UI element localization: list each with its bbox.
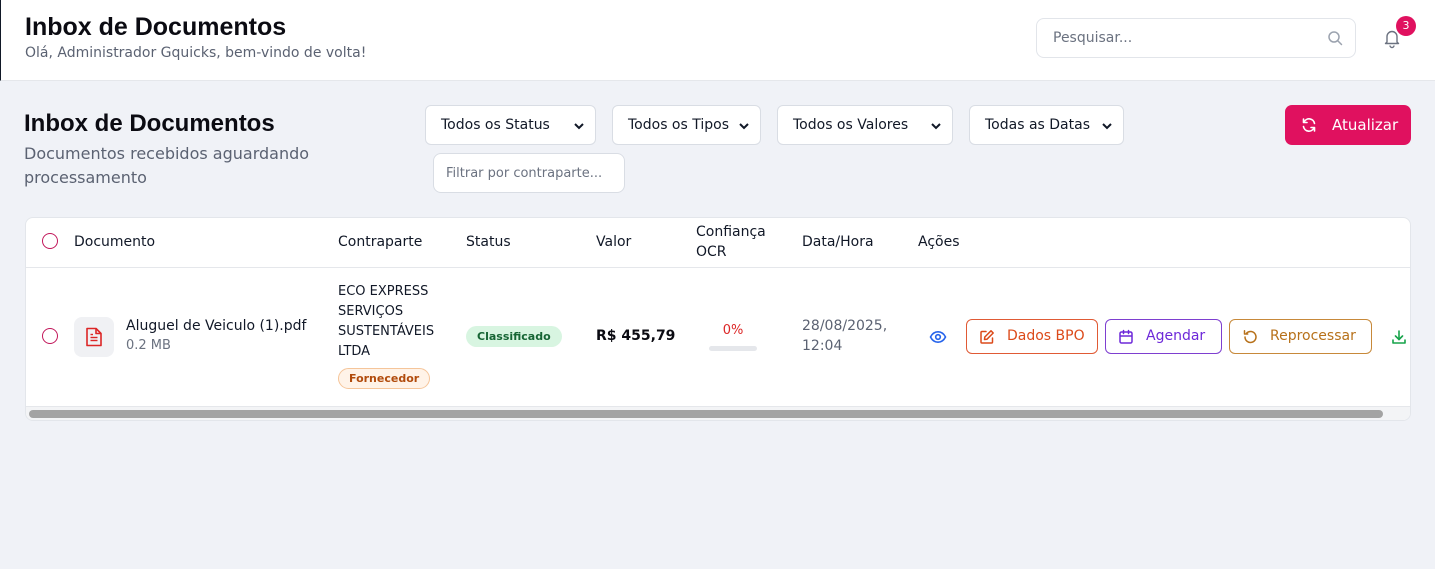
counterpart-name-line: SUSTENTÁVEIS bbox=[338, 324, 435, 339]
search-input[interactable] bbox=[1037, 19, 1317, 57]
notification-badge[interactable]: 3 bbox=[1396, 16, 1416, 36]
select-all-radio[interactable] bbox=[42, 233, 58, 249]
reprocessar-label: Reprocessar bbox=[1270, 328, 1356, 344]
col-valor[interactable]: Valor bbox=[596, 234, 631, 250]
ocr-confidence-bar bbox=[709, 346, 757, 351]
type-filter-value: Todos os Tipos bbox=[628, 117, 730, 133]
col-ocr-line1[interactable]: Confiança bbox=[696, 224, 766, 240]
chevron-down-icon bbox=[1102, 123, 1112, 130]
date-line: 28/08/2025, bbox=[802, 318, 888, 334]
ocr-confidence-label: 0% bbox=[722, 323, 744, 338]
scrollbar-thumb[interactable] bbox=[29, 410, 1383, 418]
refresh-icon bbox=[1302, 118, 1316, 132]
col-ocr-line2[interactable]: OCR bbox=[696, 244, 727, 260]
file-thumbnail bbox=[74, 317, 114, 357]
table-header: Documento Contraparte Status Valor Confi… bbox=[26, 218, 1410, 268]
horizontal-scrollbar[interactable] bbox=[26, 406, 1410, 420]
counterpart-name-line: LTDA bbox=[338, 344, 371, 359]
pdf-file-icon bbox=[86, 327, 102, 347]
edit-icon bbox=[980, 330, 994, 344]
status-filter-value: Todos os Status bbox=[441, 117, 550, 133]
time-line: 12:04 bbox=[802, 338, 843, 354]
refresh-button[interactable]: Atualizar bbox=[1285, 105, 1411, 145]
chevron-down-icon bbox=[931, 123, 941, 130]
date-filter-select[interactable]: Todas as Datas bbox=[969, 105, 1124, 145]
counterpart-name-line: ECO EXPRESS bbox=[338, 284, 429, 299]
type-filter-select[interactable]: Todos os Tipos bbox=[612, 105, 761, 145]
calendar-icon bbox=[1119, 329, 1133, 344]
value-filter-value: Todos os Valores bbox=[793, 117, 909, 133]
document-value: R$ 455,79 bbox=[596, 328, 676, 344]
documents-table: Documento Contraparte Status Valor Confi… bbox=[25, 217, 1411, 421]
welcome-message: Olá, Administrador Gquicks, bem-vindo de… bbox=[25, 45, 367, 61]
date-filter-value: Todas as Datas bbox=[985, 117, 1090, 133]
counterpart-name-line: SERVIÇOS bbox=[338, 304, 404, 319]
search-icon[interactable] bbox=[1327, 30, 1343, 46]
document-name[interactable]: Aluguel de Veiculo (1).pdf bbox=[126, 318, 306, 334]
document-size: 0.2 MB bbox=[126, 338, 171, 353]
counterpart-type-badge: Fornecedor bbox=[338, 368, 431, 389]
chevron-down-icon bbox=[739, 123, 749, 130]
app-title: Inbox de Documentos bbox=[25, 13, 287, 41]
reprocessar-button[interactable]: Reprocessar bbox=[1229, 319, 1372, 354]
table-row[interactable]: Aluguel de Veiculo (1).pdf 0.2 MB ECO EX… bbox=[26, 268, 1410, 406]
page-title: Inbox de Documentos bbox=[24, 110, 275, 137]
counterpart-filter[interactable] bbox=[433, 153, 625, 193]
col-contraparte[interactable]: Contraparte bbox=[338, 234, 422, 250]
agendar-label: Agendar bbox=[1146, 328, 1206, 344]
search-box[interactable] bbox=[1036, 18, 1356, 58]
row-select-radio[interactable] bbox=[42, 328, 58, 344]
counterpart-filter-input[interactable] bbox=[434, 154, 624, 192]
page-subtitle: Documentos recebidos aguardando processa… bbox=[24, 144, 310, 187]
col-status[interactable]: Status bbox=[466, 234, 511, 250]
agendar-button[interactable]: Agendar bbox=[1105, 319, 1222, 354]
col-documento[interactable]: Documento bbox=[74, 234, 155, 250]
undo-icon bbox=[1243, 330, 1257, 344]
refresh-button-label: Atualizar bbox=[1332, 116, 1399, 134]
dados-bpo-label: Dados BPO bbox=[1007, 328, 1085, 344]
dados-bpo-button[interactable]: Dados BPO bbox=[966, 319, 1098, 354]
col-acoes: Ações bbox=[918, 234, 960, 250]
chevron-down-icon bbox=[574, 123, 584, 130]
col-datahora[interactable]: Data/Hora bbox=[802, 234, 874, 250]
status-filter-select[interactable]: Todos os Status bbox=[425, 105, 596, 145]
eye-icon[interactable] bbox=[929, 329, 947, 345]
download-icon[interactable] bbox=[1391, 329, 1407, 345]
value-filter-select[interactable]: Todos os Valores bbox=[777, 105, 953, 145]
top-bar: Inbox de Documentos Olá, Administrador G… bbox=[0, 0, 1435, 81]
status-badge: Classificado bbox=[466, 326, 562, 347]
